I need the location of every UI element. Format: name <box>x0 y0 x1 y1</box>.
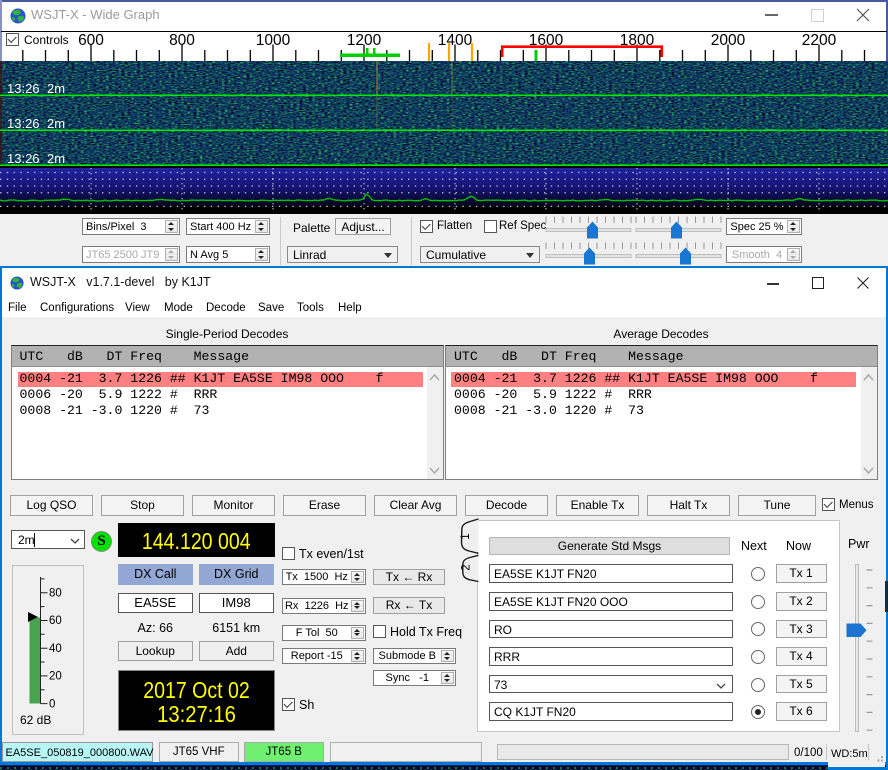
svg-text:20: 20 <box>49 671 62 683</box>
svg-text:2: 2 <box>461 564 473 570</box>
svg-text:40: 40 <box>49 643 62 655</box>
svg-text:13:26: 13:26 <box>7 151 40 166</box>
svg-text:2m: 2m <box>47 151 65 166</box>
svg-text:2m: 2m <box>47 116 65 131</box>
svg-text:2m: 2m <box>47 81 65 96</box>
svg-text:0: 0 <box>49 698 55 710</box>
svg-text:13:26: 13:26 <box>7 116 40 131</box>
svg-text:13:26: 13:26 <box>7 81 40 96</box>
svg-text:1: 1 <box>460 533 472 539</box>
svg-text:60: 60 <box>49 615 62 627</box>
svg-text:80: 80 <box>49 588 62 600</box>
